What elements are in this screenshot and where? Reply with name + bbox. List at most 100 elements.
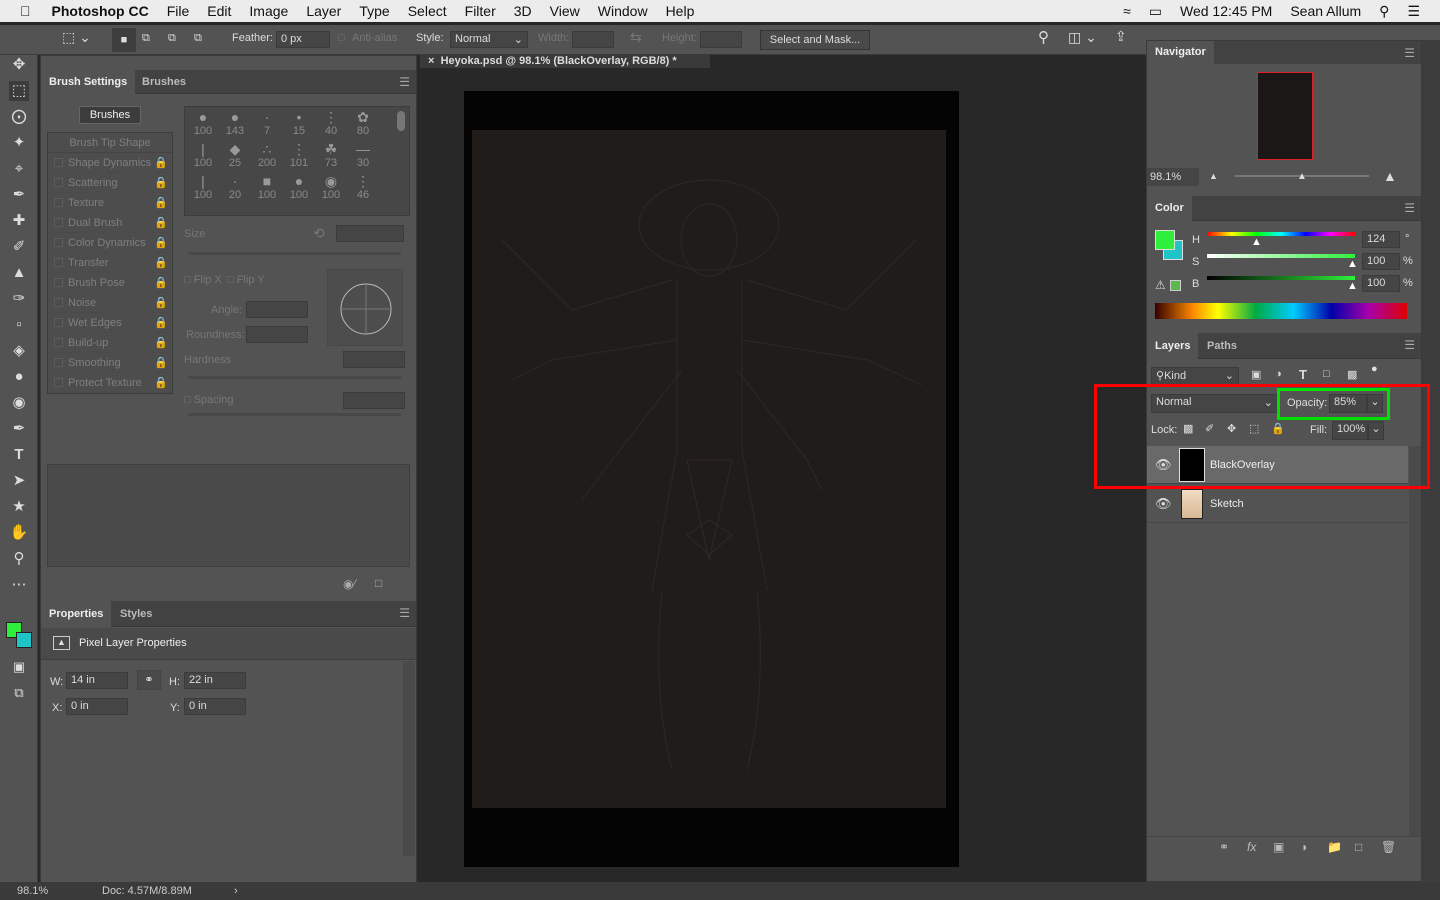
layer-filter-select[interactable]: ⚲Kind ⌄	[1151, 367, 1239, 385]
menu-help[interactable]: Help	[666, 3, 695, 19]
brush-option-item[interactable]: Shape Dynamics 🔒	[48, 153, 172, 173]
brush-tip[interactable]: ◆ 25	[219, 141, 251, 169]
wifi-icon[interactable]: ≈	[1123, 3, 1131, 19]
navigator-zoom-field[interactable]: 98.1%	[1147, 168, 1199, 186]
document-tab[interactable]: × Heyoka.psd @ 98.1% (BlackOverlay, RGB/…	[420, 55, 710, 68]
eraser-tool-icon[interactable]: ▫	[9, 315, 29, 335]
option-checkbox[interactable]	[54, 238, 63, 247]
intersect-selection-icon[interactable]: ⧉	[194, 32, 202, 45]
menu-view[interactable]: View	[550, 3, 580, 19]
saturation-slider[interactable]	[1207, 254, 1355, 258]
properties-scrollbar[interactable]	[403, 661, 415, 856]
layers-scrollbar[interactable]	[1409, 446, 1421, 836]
tab-navigator[interactable]: Navigator	[1147, 41, 1214, 64]
panel-menu-icon[interactable]: ☰	[399, 75, 410, 89]
lock-icon[interactable]: 🔒	[154, 273, 168, 293]
navigator-thumbnail[interactable]	[1257, 72, 1313, 160]
new-layer-icon[interactable]: □	[1355, 840, 1362, 854]
gamut-warning-icon[interactable]: ⚠	[1155, 278, 1166, 292]
brush-tip[interactable]: • 15	[283, 109, 315, 137]
option-checkbox[interactable]	[54, 258, 63, 267]
add-selection-icon[interactable]: ⧉	[142, 32, 150, 45]
menu-type[interactable]: Type	[359, 3, 389, 19]
antialias-checkbox[interactable]: □	[338, 32, 345, 44]
brush-tool-icon[interactable]: ✐	[9, 237, 29, 257]
option-checkbox[interactable]	[54, 278, 63, 287]
brush-tip[interactable]: ☘ 73	[315, 141, 347, 169]
width-input[interactable]	[572, 31, 614, 48]
filter-shape-icon[interactable]: □	[1323, 368, 1330, 380]
brush-option-item[interactable]: Smoothing 🔒	[48, 353, 172, 373]
filter-toggle-icon[interactable]: ●	[1371, 363, 1378, 375]
option-checkbox[interactable]	[54, 318, 63, 327]
option-checkbox[interactable]	[54, 158, 63, 167]
share-icon[interactable]: ⇪	[1115, 28, 1127, 45]
brush-tip[interactable]: ● 100	[187, 109, 219, 137]
size-slider[interactable]	[188, 252, 401, 255]
filter-type-icon[interactable]: T	[1299, 367, 1307, 382]
stamp-tool-icon[interactable]: ▲	[9, 263, 29, 283]
brush-tip[interactable]: ✿ 80	[347, 109, 379, 137]
spacing-input[interactable]	[343, 392, 405, 409]
path-selection-tool-icon[interactable]: ➤	[9, 471, 29, 491]
brushes-button[interactable]: Brushes	[79, 106, 141, 124]
history-brush-tool-icon[interactable]: ✑	[9, 289, 29, 309]
eyedropper-tool-icon[interactable]: ✒	[9, 185, 29, 205]
brush-tip[interactable]: ◉ 100	[315, 173, 347, 201]
brush-tip-shape-item[interactable]: Brush Tip Shape	[48, 133, 172, 153]
menu-3d[interactable]: 3D	[514, 3, 532, 19]
feather-input[interactable]: 0 px	[276, 31, 330, 48]
reset-size-icon[interactable]: ⟲	[313, 225, 325, 242]
menu-select[interactable]: Select	[408, 3, 447, 19]
quick-mask-icon[interactable]: ▣	[9, 657, 29, 677]
properties-menu-icon[interactable]: ☰	[399, 606, 410, 620]
option-checkbox[interactable]	[54, 338, 63, 347]
zoom-in-icon[interactable]: ▲	[1383, 168, 1397, 184]
brush-tip[interactable]: | 100	[187, 173, 219, 201]
hand-tool-icon[interactable]: ✋	[9, 523, 29, 543]
add-mask-icon[interactable]: ▣	[1273, 840, 1284, 854]
brush-option-item[interactable]: Transfer 🔒	[48, 253, 172, 273]
hue-slider[interactable]	[1207, 232, 1355, 236]
new-brush-icon[interactable]: □	[375, 576, 382, 590]
brush-tip[interactable]: ⋮ 101	[283, 141, 315, 169]
brush-tip[interactable]: · 7	[251, 109, 283, 137]
workspace-icon[interactable]: ◫ ⌄	[1068, 29, 1097, 46]
lock-icon[interactable]: 🔒	[154, 353, 168, 373]
brush-tip[interactable]: · 20	[219, 173, 251, 201]
lasso-tool-icon[interactable]: ⨀	[9, 107, 29, 127]
brush-option-item[interactable]: Scattering 🔒	[48, 173, 172, 193]
menu-edit[interactable]: Edit	[207, 3, 231, 19]
close-document-icon[interactable]: ×	[428, 55, 434, 67]
marquee-tool-icon[interactable]: ⬚	[9, 81, 29, 101]
search-icon[interactable]: ⚲	[1038, 28, 1049, 46]
x-field[interactable]: 0 in	[66, 698, 128, 715]
delete-layer-icon[interactable]: 🗑	[1381, 840, 1396, 854]
layer-row-sketch[interactable]: 👁 Sketch	[1147, 485, 1408, 523]
height-input[interactable]	[700, 31, 742, 48]
lock-icon[interactable]: 🔒	[154, 173, 168, 193]
subtract-selection-icon[interactable]: ⧉	[168, 32, 176, 45]
shape-tool-icon[interactable]: ★	[9, 497, 29, 517]
select-and-mask-button[interactable]: Select and Mask...	[760, 30, 870, 50]
brush-tip[interactable]: —30	[347, 141, 379, 169]
menu-layer[interactable]: Layer	[306, 3, 341, 19]
brush-tip[interactable]: ● 143	[219, 109, 251, 137]
tab-color[interactable]: Color	[1147, 196, 1192, 221]
magic-wand-tool-icon[interactable]: ✦	[9, 133, 29, 153]
color-foreground-swatch[interactable]	[1155, 230, 1175, 250]
screen-mode-icon[interactable]: ⧉	[9, 683, 29, 703]
angle-input[interactable]	[246, 301, 308, 318]
tab-brush-settings[interactable]: Brush Settings	[41, 70, 136, 94]
dodge-tool-icon[interactable]: ◉	[9, 393, 29, 413]
option-checkbox[interactable]	[54, 198, 63, 207]
brightness-input[interactable]: 100	[1362, 275, 1400, 292]
visibility-eye-icon[interactable]: 👁	[1155, 496, 1172, 512]
lock-icon[interactable]: 🔒	[154, 253, 168, 273]
color-ramp[interactable]	[1155, 303, 1407, 319]
battery-icon[interactable]: ▭	[1149, 3, 1162, 20]
user-name[interactable]: Sean Allum	[1290, 3, 1361, 19]
move-tool-icon[interactable]: ✥	[9, 55, 29, 75]
zoom-tool-icon[interactable]: ⚲	[9, 549, 29, 569]
brush-tip[interactable]: ● 100	[283, 173, 315, 201]
